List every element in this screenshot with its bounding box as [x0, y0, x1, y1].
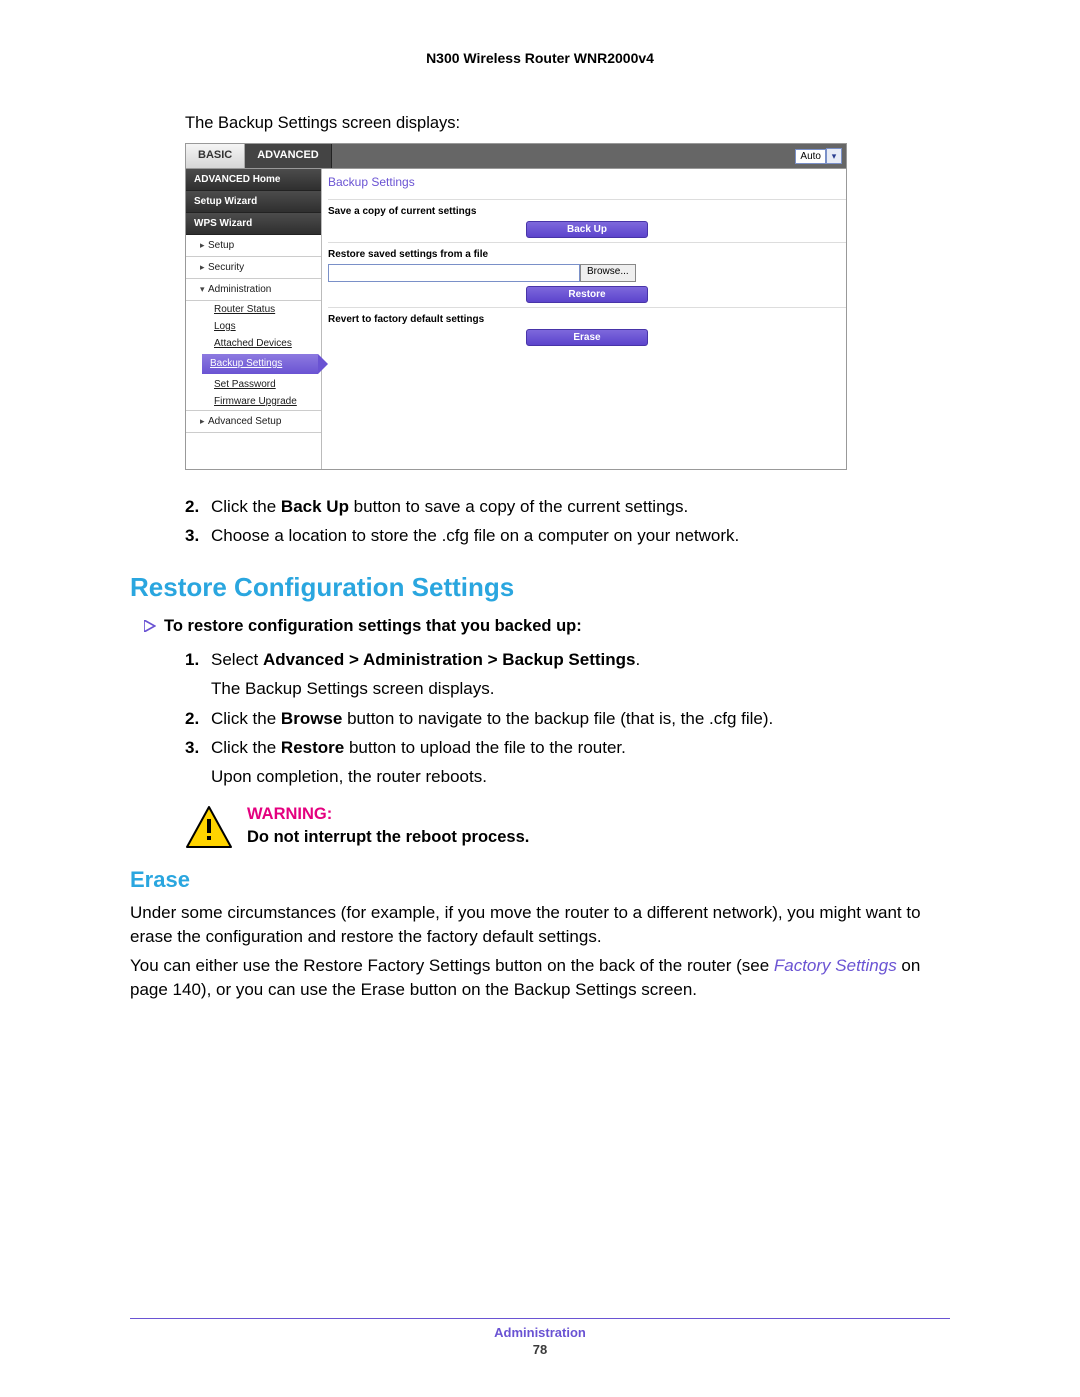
- tab-advanced[interactable]: ADVANCED: [245, 144, 332, 168]
- erase-heading: Erase: [130, 867, 950, 893]
- step-3: 3. Choose a location to store the .cfg f…: [185, 523, 950, 549]
- step-2: 2. Click the Back Up button to save a co…: [185, 494, 950, 520]
- screenshot-main: Backup Settings Save a copy of current s…: [322, 169, 846, 469]
- sidebar-sub-set-password[interactable]: Set Password: [186, 376, 321, 393]
- restore-step-1: 1. Select Advanced > Administration > Ba…: [185, 647, 950, 673]
- restore-label: Restore saved settings from a file: [328, 249, 846, 260]
- save-copy-label: Save a copy of current settings: [328, 206, 846, 217]
- warning-head: WARNING:: [247, 805, 529, 824]
- restore-step-2: 2. Click the Browse button to navigate t…: [185, 706, 950, 732]
- sidebar-sub-firmware-upgrade[interactable]: Firmware Upgrade: [186, 393, 321, 410]
- panel-title: Backup Settings: [328, 173, 846, 191]
- footer-section: Administration: [130, 1325, 950, 1340]
- factory-settings-link[interactable]: Factory Settings: [774, 956, 897, 975]
- backup-button[interactable]: Back Up: [526, 221, 648, 238]
- chevron-right-icon: [144, 617, 156, 639]
- warning-block: WARNING: Do not interrupt the reboot pro…: [185, 805, 950, 849]
- restore-step-3-follow: Upon completion, the router reboots.: [211, 764, 950, 790]
- sidebar-sub-router-status[interactable]: Router Status: [186, 301, 321, 318]
- restore-file-input[interactable]: [328, 264, 580, 282]
- screenshot-panel: BASIC ADVANCED Auto ▾ ADVANCED Home Setu…: [185, 143, 847, 470]
- tab-basic[interactable]: BASIC: [186, 144, 245, 168]
- chevron-down-icon: ▾: [826, 148, 842, 164]
- restore-step-3: 3. Click the Restore button to upload th…: [185, 735, 950, 761]
- sidebar-item-advanced-setup[interactable]: ▸Advanced Setup: [186, 410, 321, 433]
- sidebar-item-setup-wizard[interactable]: Setup Wizard: [186, 191, 321, 213]
- sidebar-item-home[interactable]: ADVANCED Home: [186, 169, 321, 191]
- restore-step-1-follow: The Backup Settings screen displays.: [211, 676, 950, 702]
- restore-button[interactable]: Restore: [526, 286, 648, 303]
- intro-text: The Backup Settings screen displays:: [185, 114, 950, 133]
- warning-icon: [185, 805, 233, 849]
- sidebar-sub-backup-settings[interactable]: Backup Settings: [202, 354, 318, 374]
- sidebar: ADVANCED Home Setup Wizard WPS Wizard ▸S…: [186, 169, 322, 469]
- sidebar-sub-logs[interactable]: Logs: [186, 318, 321, 335]
- language-select-value: Auto: [800, 151, 821, 162]
- warning-body: Do not interrupt the reboot process.: [247, 828, 529, 847]
- sidebar-item-wps-wizard[interactable]: WPS Wizard: [186, 213, 321, 235]
- erase-p1: Under some circumstances (for example, i…: [130, 901, 950, 949]
- sidebar-sub-attached-devices[interactable]: Attached Devices: [186, 335, 321, 352]
- revert-label: Revert to factory default settings: [328, 314, 846, 325]
- restore-lead: To restore configuration settings that y…: [144, 617, 950, 639]
- page-footer: Administration 78: [130, 1318, 950, 1357]
- erase-p2: You can either use the Restore Factory S…: [130, 954, 950, 1002]
- erase-button[interactable]: Erase: [526, 329, 648, 346]
- restore-heading: Restore Configuration Settings: [130, 572, 950, 603]
- sidebar-item-security[interactable]: ▸Security: [186, 257, 321, 279]
- sidebar-item-administration[interactable]: ▾Administration: [186, 279, 321, 301]
- language-select[interactable]: Auto ▾: [795, 144, 846, 168]
- doc-title: N300 Wireless Router WNR2000v4: [130, 50, 950, 66]
- sidebar-item-setup[interactable]: ▸Setup: [186, 235, 321, 257]
- browse-button[interactable]: Browse...: [580, 264, 636, 282]
- footer-page-number: 78: [130, 1342, 950, 1357]
